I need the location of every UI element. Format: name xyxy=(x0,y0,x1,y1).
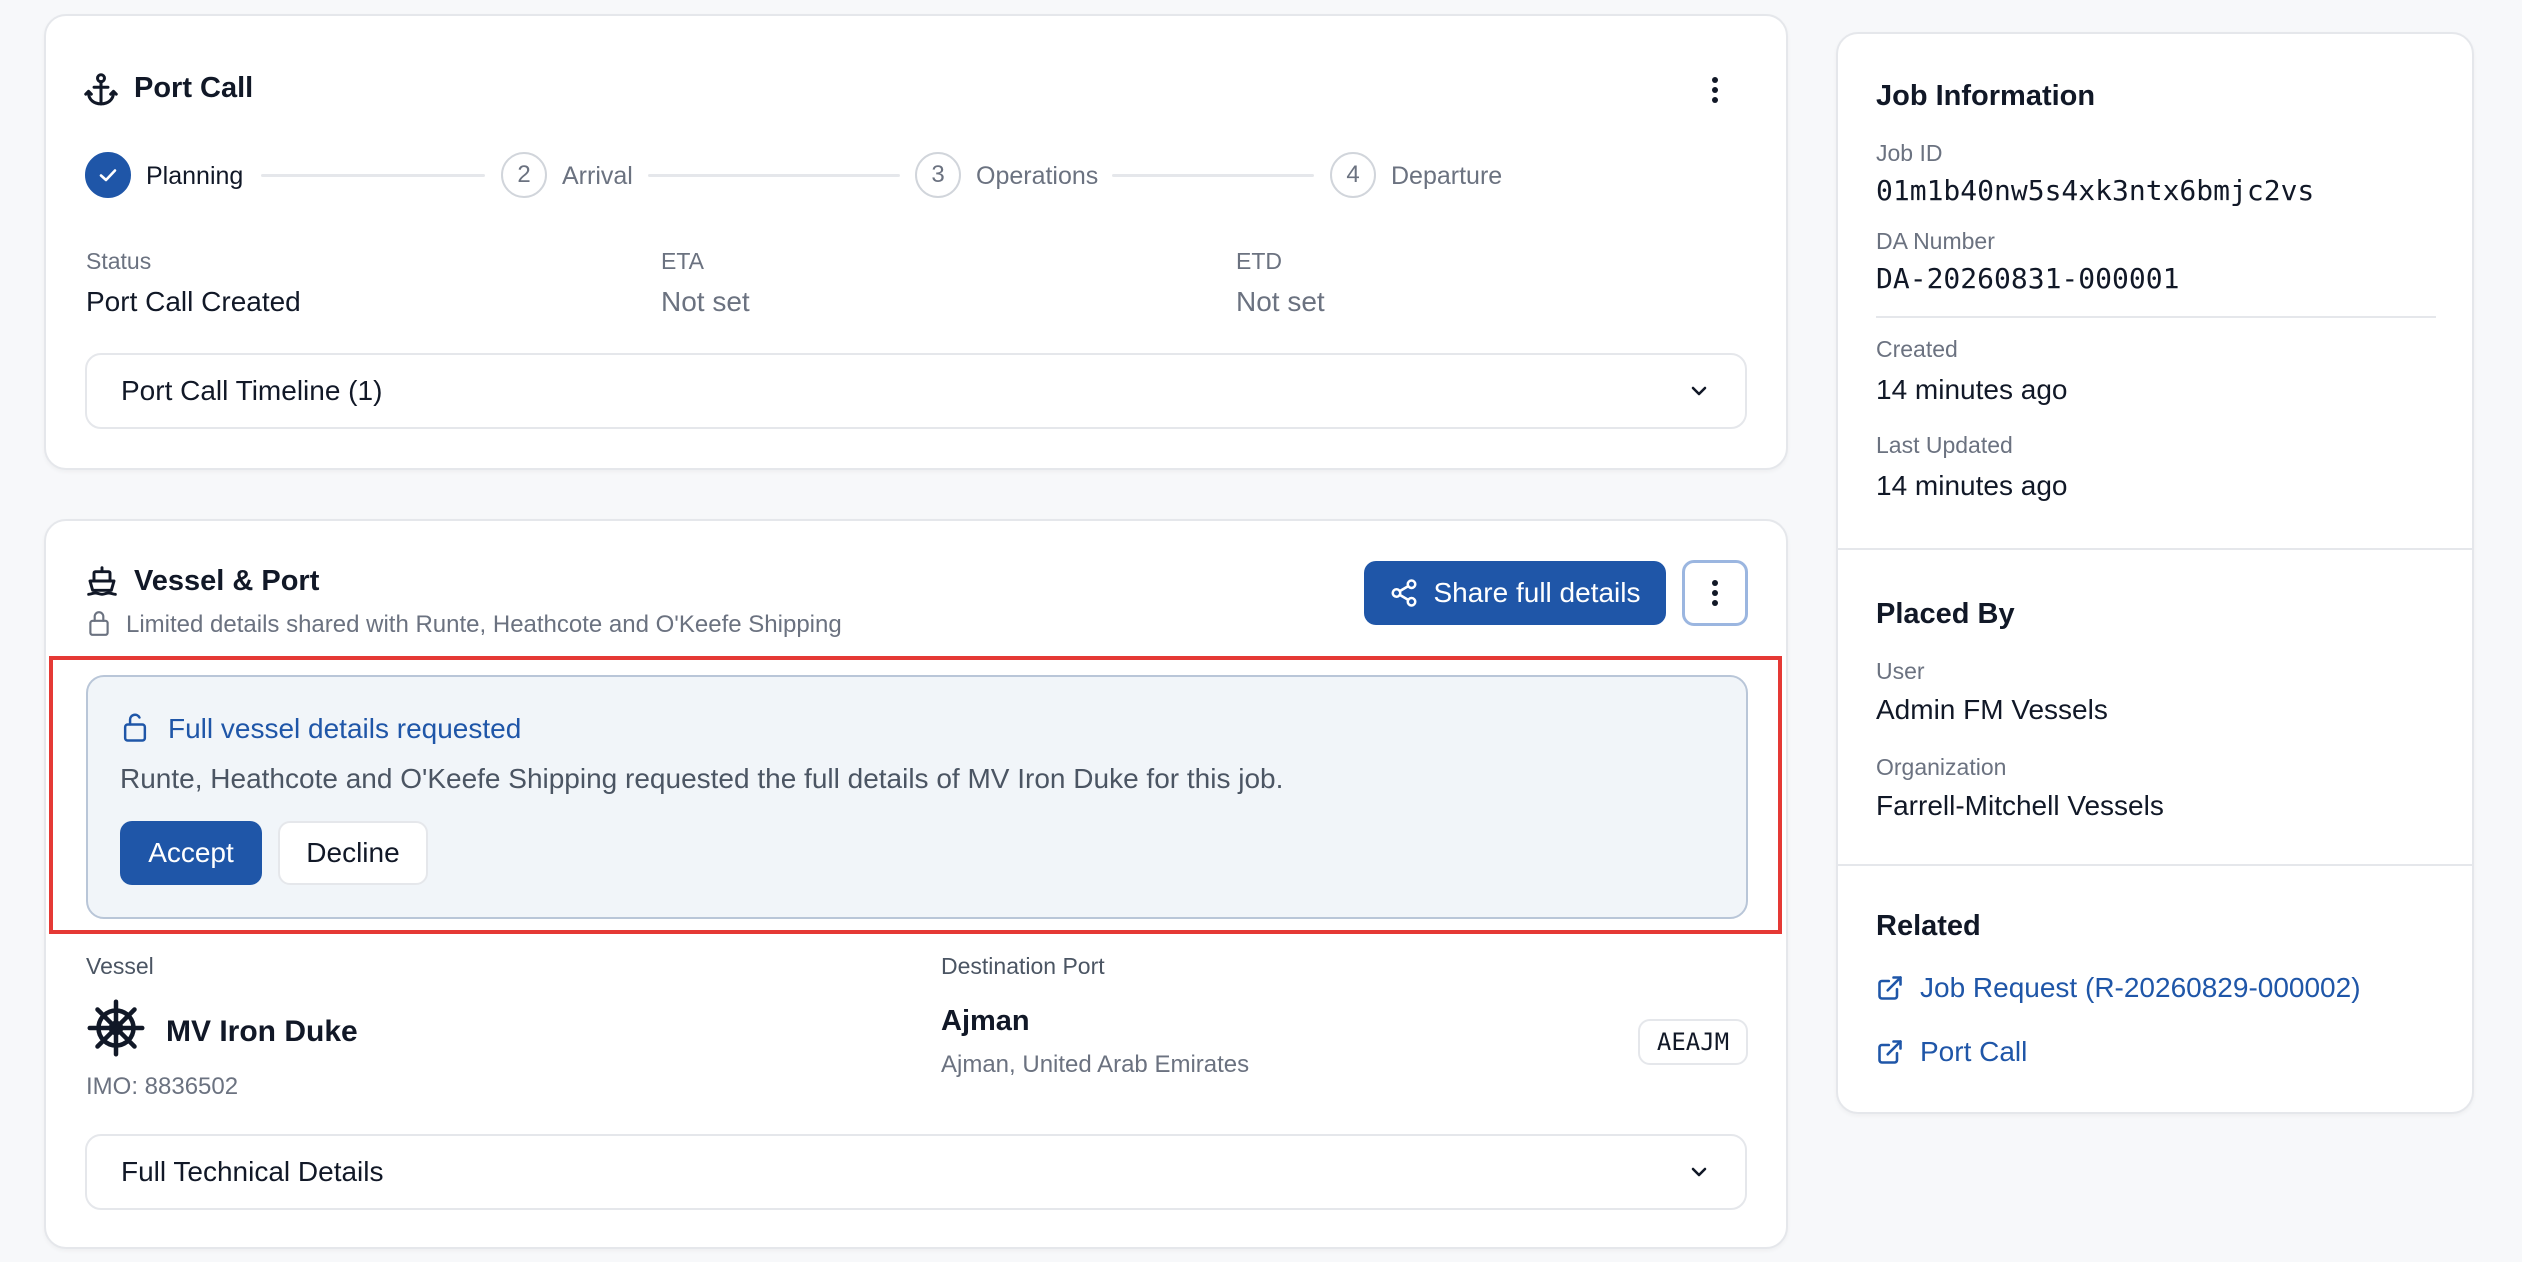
placed-by-title: Placed By xyxy=(1876,598,2015,630)
status-value: Port Call Created xyxy=(86,286,301,317)
share-note: Limited details shared with Runte, Heath… xyxy=(126,611,842,638)
full-technical-details-accordion[interactable]: Full Technical Details xyxy=(85,1134,1747,1210)
organization-value: Farrell-Mitchell Vessels xyxy=(1876,790,2164,821)
destination-port-name: Ajman xyxy=(941,1005,1030,1037)
vessel-port-menu-button[interactable] xyxy=(1682,560,1748,626)
step-operations-number: 3 xyxy=(915,152,961,198)
job-information-title: Job Information xyxy=(1876,80,2096,112)
anchor-icon xyxy=(84,72,118,108)
job-request-link-label: Job Request (R-20260829-000002) xyxy=(1920,972,2361,1003)
organization-label: Organization xyxy=(1876,754,2007,780)
created-value: 14 minutes ago xyxy=(1876,374,2068,405)
chevron-down-icon xyxy=(1687,379,1711,403)
step-planning-check-icon xyxy=(85,152,131,198)
etd-value: Not set xyxy=(1236,286,1325,317)
step-planning-label: Planning xyxy=(146,162,244,190)
etd-label: ETD xyxy=(1236,248,1282,274)
step-departure-number: 4 xyxy=(1330,152,1376,198)
destination-port-location: Ajman, United Arab Emirates xyxy=(941,1051,1250,1078)
external-link-icon xyxy=(1876,974,1904,1002)
vessel-name: MV Iron Duke xyxy=(166,1015,358,1048)
external-link-icon xyxy=(1876,1038,1904,1066)
eta-value: Not set xyxy=(661,286,750,317)
destination-port-label: Destination Port xyxy=(941,953,1105,979)
port-call-title: Port Call xyxy=(134,72,254,104)
step-arrival-number: 2 xyxy=(501,152,547,198)
ship-icon xyxy=(86,565,118,597)
divider xyxy=(1876,316,2436,318)
job-id-label: Job ID xyxy=(1876,140,1943,166)
ship-wheel-icon xyxy=(86,998,146,1058)
vessel-label: Vessel xyxy=(86,953,154,979)
job-id-value: 01m1b40nw5s4xk3ntx6bmjc2vs xyxy=(1876,174,2315,207)
section-divider xyxy=(1838,548,2472,550)
port-call-card: Port Call Planning 2 Arrival 3 Operation… xyxy=(44,14,1788,470)
share-full-details-label: Share full details xyxy=(1433,577,1641,608)
step-departure-label: Departure xyxy=(1391,162,1503,190)
eta-label: ETA xyxy=(661,248,705,274)
vessel-port-title: Vessel & Port xyxy=(134,565,320,597)
share-full-details-button[interactable]: Share full details xyxy=(1364,561,1666,625)
step-connector xyxy=(261,174,485,177)
last-updated-value: 14 minutes ago xyxy=(1876,470,2068,501)
job-sidebar-card: Job Information Job ID 01m1b40nw5s4xk3nt… xyxy=(1836,32,2474,1114)
section-divider xyxy=(1838,864,2472,866)
port-call-timeline-label: Port Call Timeline (1) xyxy=(121,375,383,406)
step-arrival-label: Arrival xyxy=(562,162,633,190)
lock-icon xyxy=(86,609,112,637)
user-label: User xyxy=(1876,658,1925,684)
created-label: Created xyxy=(1876,336,1958,362)
port-call-link[interactable]: Port Call xyxy=(1876,1036,2027,1068)
last-updated-label: Last Updated xyxy=(1876,432,2013,458)
step-operations-label: Operations xyxy=(976,162,1099,190)
step-connector xyxy=(648,174,900,177)
full-technical-details-label: Full Technical Details xyxy=(121,1156,384,1187)
user-value: Admin FM Vessels xyxy=(1876,694,2108,725)
da-number-value: DA-20260831-000001 xyxy=(1876,262,2180,295)
chevron-down-icon xyxy=(1687,1160,1711,1184)
port-call-timeline-accordion[interactable]: Port Call Timeline (1) xyxy=(85,353,1747,429)
port-call-link-label: Port Call xyxy=(1920,1036,2028,1067)
status-label: Status xyxy=(86,248,152,274)
share-icon xyxy=(1389,578,1419,608)
vessel-imo: IMO: 8836502 xyxy=(86,1073,239,1100)
port-call-menu-button[interactable] xyxy=(1690,65,1740,115)
related-title: Related xyxy=(1876,910,1981,942)
step-connector xyxy=(1112,174,1314,177)
highlight-annotation-box xyxy=(49,656,1782,934)
destination-port-code: AEAJM xyxy=(1638,1019,1748,1065)
job-request-link[interactable]: Job Request (R-20260829-000002) xyxy=(1876,972,2361,1004)
da-number-label: DA Number xyxy=(1876,228,1995,254)
